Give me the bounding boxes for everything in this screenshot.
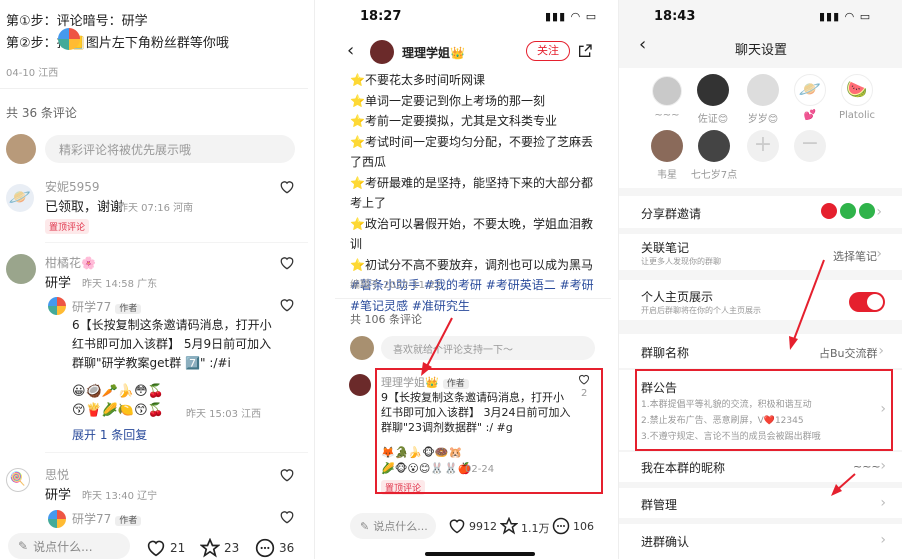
star-icon[interactable] bbox=[200, 538, 220, 558]
reply-author-name[interactable]: 研学77 bbox=[72, 300, 111, 314]
reply-text: 6【长按复制这条邀请码消息，打开小红书即可加入该群】 5月9日前可加入群聊"研学… bbox=[72, 318, 272, 370]
comment-text: 研学 bbox=[45, 488, 72, 503]
post-comments-panel: 第①步：评论暗号：研学 第②步：找📒图片左下角粉丝群等你哦 04-10 江西 共… bbox=[0, 0, 308, 559]
heart-icon[interactable] bbox=[279, 510, 295, 524]
comment-author[interactable]: 安妮5959 bbox=[45, 178, 100, 195]
avatar[interactable]: 🍭 bbox=[6, 468, 30, 492]
avatar[interactable] bbox=[48, 510, 66, 528]
divider bbox=[0, 88, 308, 89]
arrow-annotation bbox=[421, 317, 453, 376]
comment-count-bottom: 36 bbox=[279, 541, 295, 555]
home-indicator bbox=[425, 552, 535, 556]
avatar[interactable] bbox=[6, 134, 36, 164]
comment-input-label: 说点什么... bbox=[33, 539, 93, 554]
author-badge: 作者 bbox=[115, 516, 142, 526]
overlay-sticker-icon bbox=[58, 28, 80, 50]
comment-input[interactable]: 精彩评论将被优先展示哦 bbox=[45, 135, 295, 163]
heart-icon[interactable] bbox=[279, 298, 295, 312]
star-count: 23 bbox=[224, 541, 240, 555]
post-line: 第②步：找📒图片左下角粉丝群等你哦 bbox=[6, 36, 229, 51]
heart-icon[interactable] bbox=[279, 256, 295, 270]
heart-icon[interactable] bbox=[279, 180, 295, 194]
divider bbox=[45, 242, 308, 243]
comment-input[interactable]: ✎ 说点什么... bbox=[350, 513, 436, 539]
reply-emojis: 😀🥥🥕🍌😳🍒 bbox=[72, 384, 164, 399]
reply-author[interactable]: 研学77 作者 bbox=[72, 298, 142, 315]
avatar[interactable] bbox=[48, 297, 66, 315]
pencil-icon: ✎ bbox=[360, 519, 370, 533]
post-detail-panel: 18:27 ▮▮▮ ◠ ▭ ‹ 理理学姐👑 关注 ⭐不要花太多时间听网课 ⭐单词… bbox=[314, 0, 611, 559]
chat-settings-panel: 18:43 ▮▮▮ ◠ ▭ ‹ 聊天设置 ~~~ 佐证😊 岁岁😊 🪐 💕 🍉 P… bbox=[618, 0, 902, 559]
comment-author[interactable]: 柑橘花🌸 bbox=[45, 254, 96, 271]
comment-meta: 昨天 13:40 辽宁 bbox=[82, 491, 158, 502]
reply-author-name[interactable]: 研学77 bbox=[72, 512, 111, 526]
reply-emojis: 😚🍟🌽🍋😙🍒 bbox=[72, 403, 164, 418]
avatar[interactable] bbox=[6, 254, 36, 284]
reply-author[interactable]: 研学77 作者 bbox=[72, 510, 142, 527]
star-count: 1.1万 bbox=[521, 522, 550, 535]
heart-icon[interactable] bbox=[279, 468, 295, 482]
comment-input-label: 说点什么... bbox=[373, 520, 428, 533]
comment-meta: 昨天 07:16 河南 bbox=[118, 203, 194, 214]
pencil-icon: ✎ bbox=[18, 539, 29, 553]
expand-replies-link[interactable]: 展开 1 条回复 bbox=[72, 426, 147, 443]
divider bbox=[45, 452, 308, 453]
comment-meta: 昨天 14:58 广东 bbox=[82, 279, 158, 290]
heart-icon[interactable] bbox=[146, 539, 166, 557]
reply-meta: 昨天 15:03 江西 bbox=[186, 409, 262, 420]
comment-icon[interactable] bbox=[552, 517, 570, 535]
avatar[interactable]: 🪐 bbox=[6, 184, 34, 212]
comment-count-bottom: 106 bbox=[573, 520, 594, 533]
comment-text: 研学 bbox=[45, 276, 72, 291]
arrow-annotation bbox=[789, 259, 856, 496]
comment-icon[interactable] bbox=[255, 538, 275, 558]
comment-author[interactable]: 思悦 bbox=[45, 466, 69, 483]
like-count: 21 bbox=[170, 541, 186, 555]
post-line: 第①步：评论暗号：研学 bbox=[6, 14, 148, 29]
author-badge: 作者 bbox=[115, 304, 142, 314]
post-meta: 04-10 江西 bbox=[6, 68, 59, 79]
comment-input[interactable]: ✎ 说点什么... bbox=[8, 533, 130, 559]
comment-count: 共 36 条评论 bbox=[6, 106, 77, 120]
comment-text: 已领取，谢谢 bbox=[45, 200, 124, 215]
star-icon[interactable] bbox=[500, 517, 518, 535]
pinned-badge: 置顶评论 bbox=[45, 219, 90, 234]
heart-icon[interactable] bbox=[448, 518, 466, 534]
like-count: 9912 bbox=[469, 520, 497, 533]
